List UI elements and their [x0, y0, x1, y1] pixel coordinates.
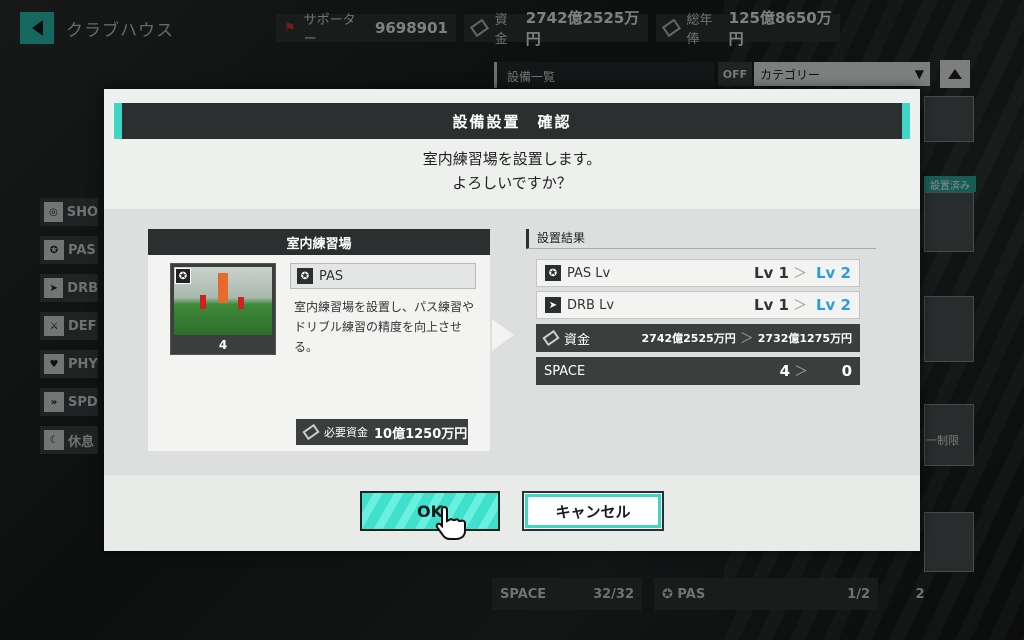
money-icon [302, 423, 320, 441]
pointing-hand-icon [435, 505, 466, 540]
callout-pointer [492, 319, 514, 351]
result-row-drb: ➤ DRB Lv Lv 1 ＞ Lv 2 [536, 291, 860, 319]
result-name: 資金 [564, 332, 591, 348]
pass-icon: ✪ [545, 265, 561, 281]
dialog-body: 室内練習場 ✪ 4 ✪ PAS 室内練習場を設置し、パス練習やドリブル練習の精度… [104, 209, 920, 475]
dialog-footer: OK キャンセル [104, 475, 920, 551]
required-funds-label: 必要資金 [324, 426, 368, 439]
chevron-right-icon: ＞ [794, 364, 808, 380]
result-from: 2742億2525万円 [641, 332, 736, 345]
required-funds: 必要資金 10億1250万円 [296, 419, 468, 445]
dialog-message-line1: 室内練習場を設置します。 [422, 150, 602, 168]
result-to: 2732億1275万円 [757, 332, 852, 345]
result-name: PAS Lv [567, 265, 611, 281]
money-icon [542, 329, 560, 347]
result-from: 4 [779, 362, 790, 380]
facility-level: 4 [218, 338, 228, 352]
result-to: Lv 2 [816, 264, 851, 282]
result-from: Lv 1 [754, 296, 789, 314]
facility-info-card: 室内練習場 ✪ 4 ✪ PAS 室内練習場を設置し、パス練習やドリブル練習の精度… [148, 229, 490, 451]
facility-thumbnail: ✪ 4 [170, 263, 276, 355]
result-row-pas: ✪ PAS Lv Lv 1 ＞ Lv 2 [536, 259, 860, 287]
ok-button[interactable]: OK [360, 491, 500, 531]
confirm-dialog: 設備設置 確認 室内練習場を設置します。 よろしいですか？ 室内練習場 ✪ 4 … [104, 89, 920, 551]
chevron-right-icon: ＞ [793, 298, 807, 314]
facility-category-label: PAS [319, 268, 344, 284]
pass-icon: ✪ [297, 268, 313, 284]
result-name: SPACE [544, 363, 586, 379]
chevron-right-icon: ＞ [739, 331, 754, 347]
dribble-icon: ➤ [545, 297, 561, 313]
result-title: 設置結果 [526, 229, 876, 249]
cancel-button[interactable]: キャンセル [522, 491, 664, 531]
dialog-title: 設備設置 確認 [114, 103, 910, 139]
result-name: DRB Lv [567, 297, 615, 313]
result-from: Lv 1 [754, 264, 789, 282]
result-row-space: SPACE 4 ＞ 0 [536, 357, 860, 385]
chevron-right-icon: ＞ [793, 266, 807, 282]
required-funds-value: 10億1250万円 [374, 426, 468, 442]
facility-description: 室内練習場を設置し、パス練習やドリブル練習の精度を向上させる。 [294, 300, 475, 354]
result-to: 0 [841, 362, 852, 380]
result-row-funds: 資金 2742億2525万円 ＞ 2732億1275万円 [536, 324, 860, 352]
pass-icon: ✪ [175, 268, 191, 284]
result-to: Lv 2 [816, 296, 851, 314]
dialog-message: 室内練習場を設置します。 よろしいですか？ [104, 147, 920, 195]
dialog-message-line2: よろしいですか？ [452, 174, 572, 192]
facility-category-tag: ✪ PAS [290, 263, 476, 289]
facility-name: 室内練習場 [148, 229, 490, 255]
